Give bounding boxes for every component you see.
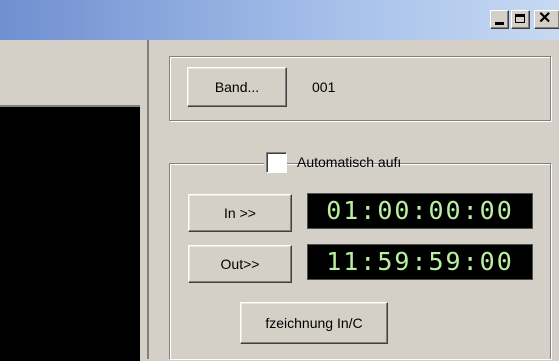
in-timecode-display: 01:00:00:00 — [307, 193, 533, 229]
maximize-button[interactable] — [511, 10, 530, 29]
in-point-button[interactable]: In >> — [188, 194, 292, 232]
band-value: 001 — [312, 79, 336, 95]
out-timecode-display: 11:59:59:00 — [307, 244, 533, 280]
maximize-icon — [515, 14, 525, 23]
title-bar[interactable]: ✕ — [0, 0, 559, 40]
minimize-button[interactable] — [490, 10, 509, 29]
auto-record-label: Automatisch aufı — [297, 154, 402, 170]
auto-record-checkbox[interactable] — [266, 152, 287, 173]
band-button[interactable]: Band... — [187, 67, 287, 107]
close-button[interactable]: ✕ — [534, 10, 559, 29]
video-preview — [0, 105, 140, 361]
close-icon: ✕ — [538, 10, 552, 27]
minimize-icon — [495, 22, 504, 25]
splitter[interactable] — [147, 40, 149, 359]
auto-record-toggle[interactable]: Automatisch aufı — [264, 152, 401, 174]
record-in-out-button[interactable]: fzeichnung In/C — [240, 302, 388, 344]
out-point-button[interactable]: Out>> — [188, 245, 292, 283]
